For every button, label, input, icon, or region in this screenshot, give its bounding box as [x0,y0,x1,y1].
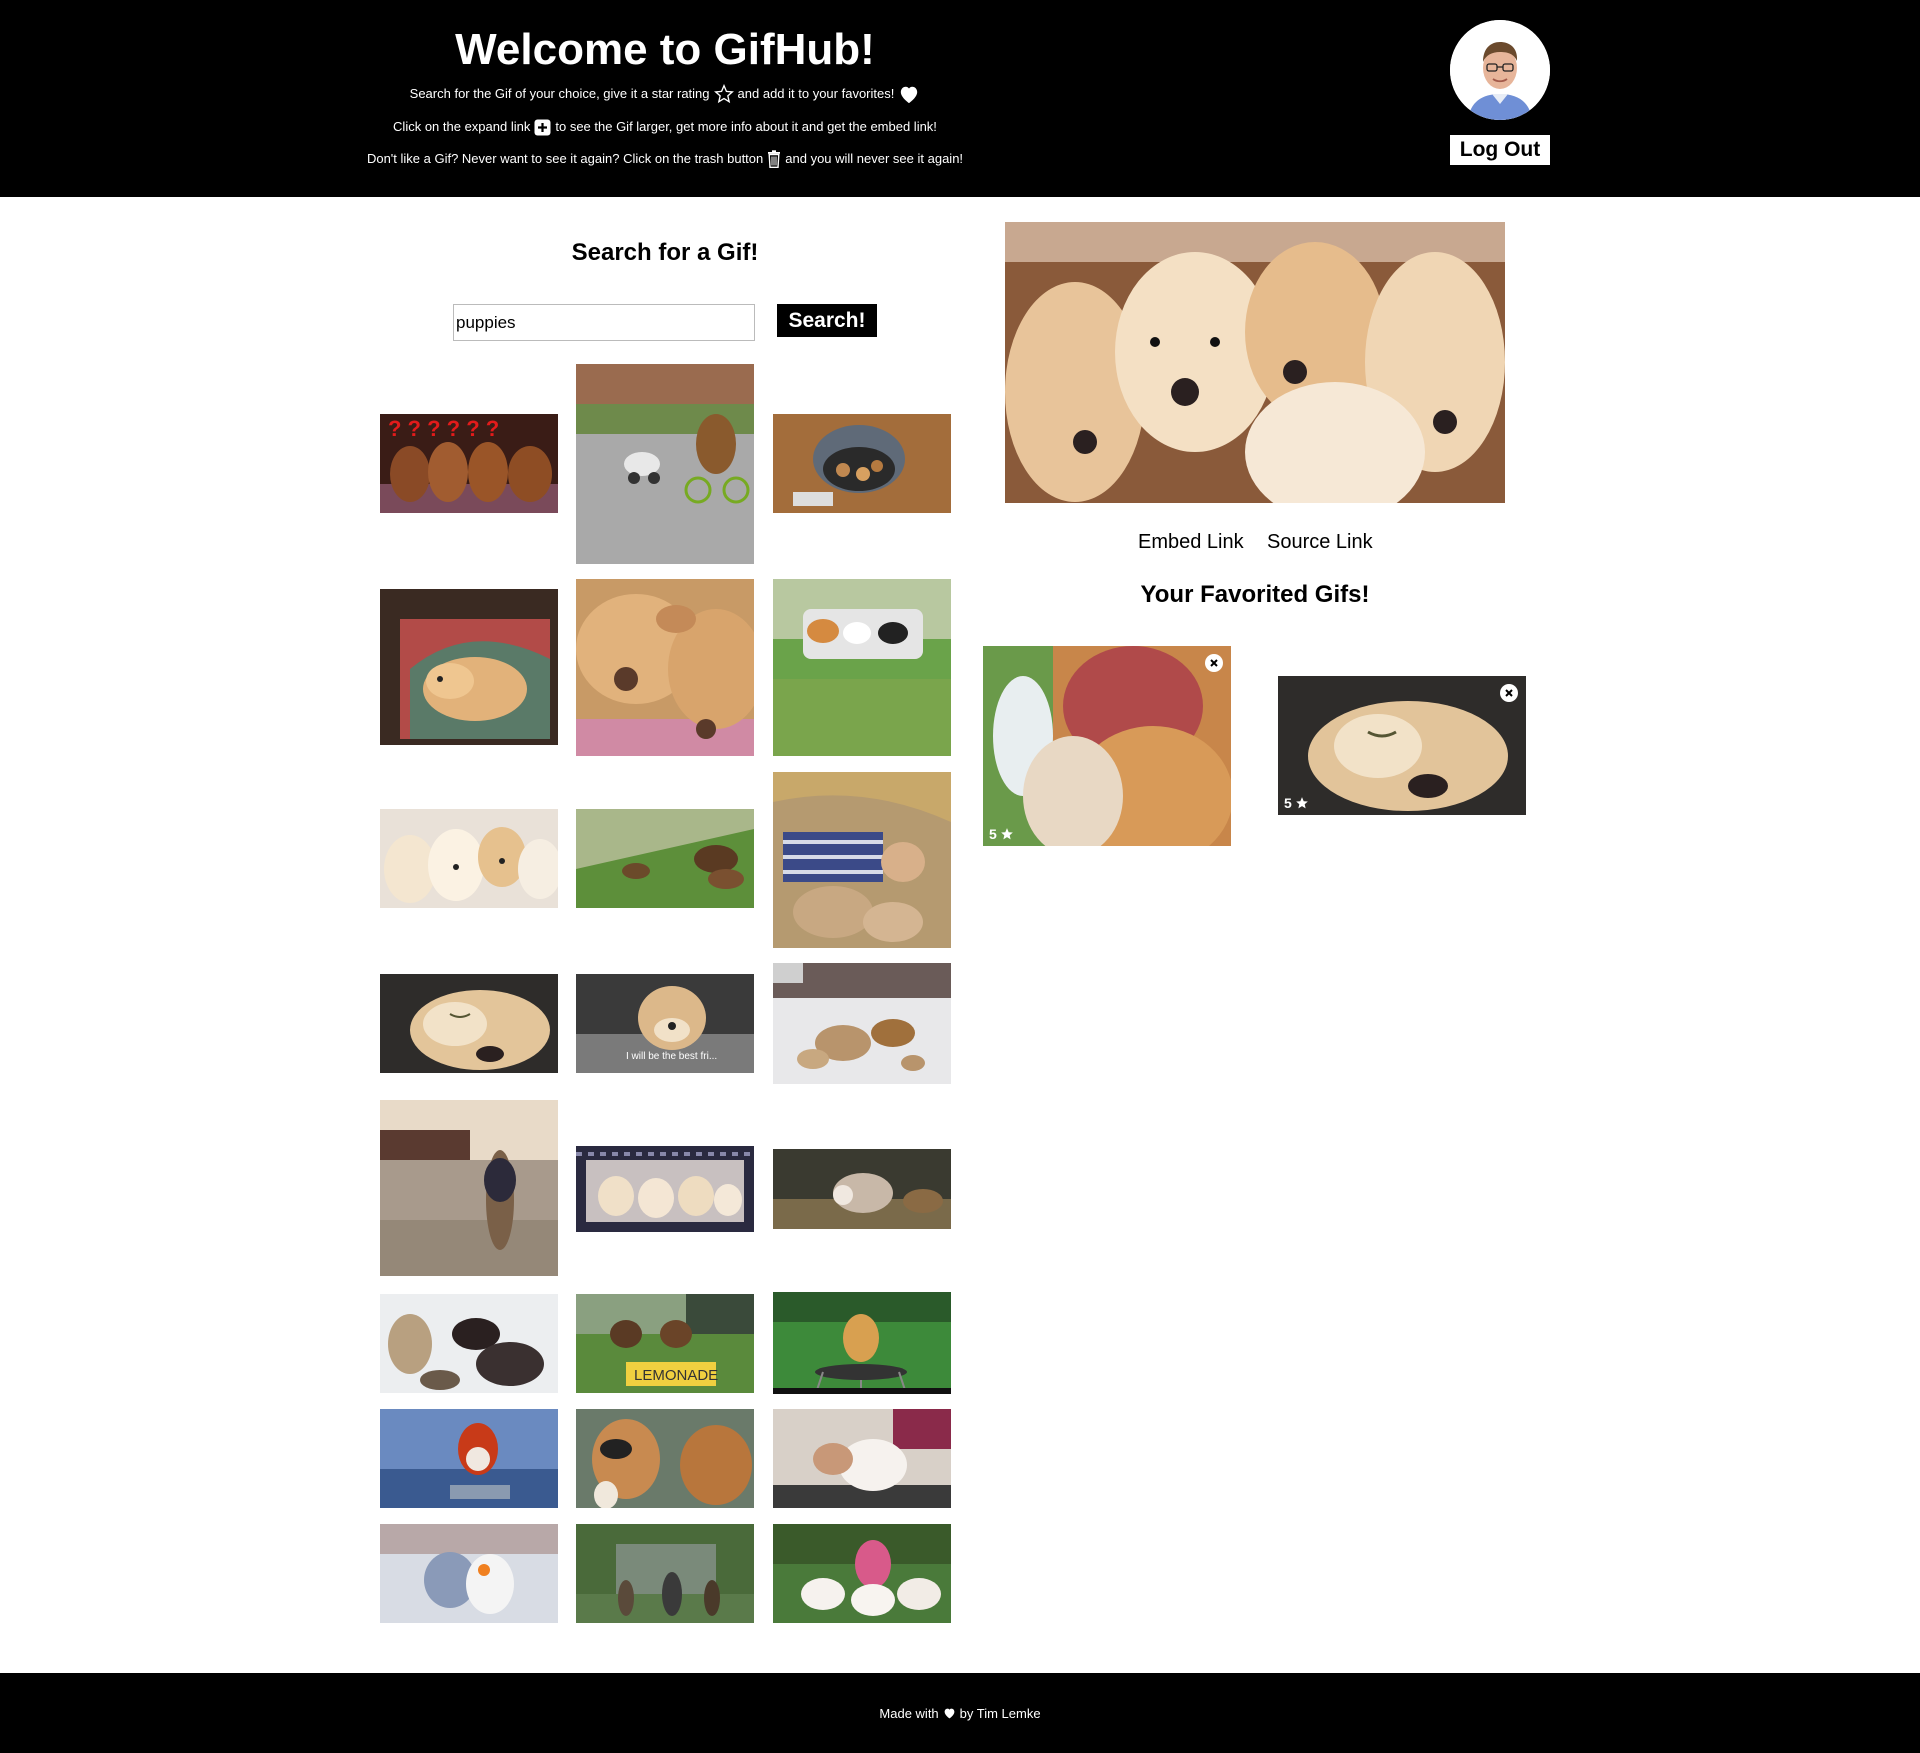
gif-result[interactable] [576,809,754,908]
search-button[interactable]: Search! [777,304,877,337]
instructions-rating-text-a: Search for the Gif of your choice, give … [409,86,710,101]
gif-result[interactable] [380,1524,558,1623]
rating-badge: 5 [1284,795,1309,811]
gif-result[interactable] [380,1294,558,1393]
heart-icon [898,84,920,104]
instructions-expand-text-a: Click on the expand link [393,119,531,134]
expanded-gif[interactable] [1005,222,1505,503]
instructions-expand-text-b: to see the Gif larger, get more info abo… [555,119,937,134]
trash-icon [767,150,781,168]
gif-result[interactable]: I will be the best fri... [576,974,754,1073]
gif-result[interactable] [773,1149,951,1229]
page-title: Welcome to GifHub! [455,25,875,74]
gif-result[interactable] [773,1409,951,1508]
instructions-trash: Don't like a Gif? Never want to see it a… [330,150,1000,168]
gif-result[interactable] [380,589,558,745]
gif-result[interactable] [773,579,951,756]
footer-author: by Tim Lemke [959,1705,1041,1721]
source-link[interactable]: Source Link [1267,528,1373,556]
gif-result[interactable] [380,1409,558,1508]
svg-text:LEMONADE: LEMONADE [634,1367,718,1384]
heart-icon [943,1707,956,1719]
instructions-expand: Click on the expand link to see the Gif … [330,118,1000,136]
instructions-rating: Search for the Gif of your choice, give … [330,84,1000,104]
gif-result[interactable] [380,1100,558,1276]
favorite-gif[interactable]: 5 [1278,676,1526,815]
gif-result[interactable] [576,1146,754,1232]
instructions-trash-text-a: Don't like a Gif? Never want to see it a… [366,151,764,166]
logout-button[interactable]: Log Out [1450,135,1550,165]
footer: Made with by Tim Lemke [0,1673,1920,1753]
gif-result[interactable] [576,364,754,564]
rating-value: 5 [1284,795,1292,811]
search-input[interactable] [453,304,755,341]
rating-badge: 5 [989,826,1014,842]
plus-box-icon [534,119,551,136]
header: Welcome to GifHub! Search for the Gif of… [0,0,1920,197]
remove-favorite-button[interactable] [1500,684,1518,702]
svg-text:I will be the best fri...: I will be the best fri... [626,1051,717,1062]
gif-result[interactable] [773,414,951,513]
embed-link[interactable]: Embed Link [1138,528,1244,556]
gif-result[interactable] [576,579,754,756]
remove-favorite-button[interactable] [1205,654,1223,672]
rating-value: 5 [989,826,997,842]
instructions-rating-text-b: and add it to your favorites! [737,86,895,101]
gif-result[interactable] [773,1524,951,1623]
gif-result[interactable] [380,974,558,1073]
gif-result[interactable] [576,1409,754,1508]
avatar [1450,20,1550,120]
search-title: Search for a Gif! [571,239,759,266]
gif-result[interactable] [773,772,951,948]
gif-result[interactable] [773,1292,951,1394]
footer-made-with: Made with [879,1705,939,1721]
star-icon [1295,796,1309,810]
instructions-trash-text-b: and you will never see it again! [785,151,964,166]
gif-result[interactable]: LEMONADE [576,1294,754,1393]
gif-result[interactable]: ? ? ? ? ? ? [380,414,558,513]
favorites-title: Your Favorited Gifs! [1140,581,1370,608]
svg-text:? ? ? ? ? ?: ? ? ? ? ? ? [388,416,499,441]
gif-result[interactable] [380,809,558,908]
favorite-gif[interactable]: 5 [983,646,1231,846]
star-icon [1000,827,1014,841]
star-outline-icon [713,84,734,104]
gif-result[interactable] [773,963,951,1084]
gif-result[interactable] [576,1524,754,1623]
